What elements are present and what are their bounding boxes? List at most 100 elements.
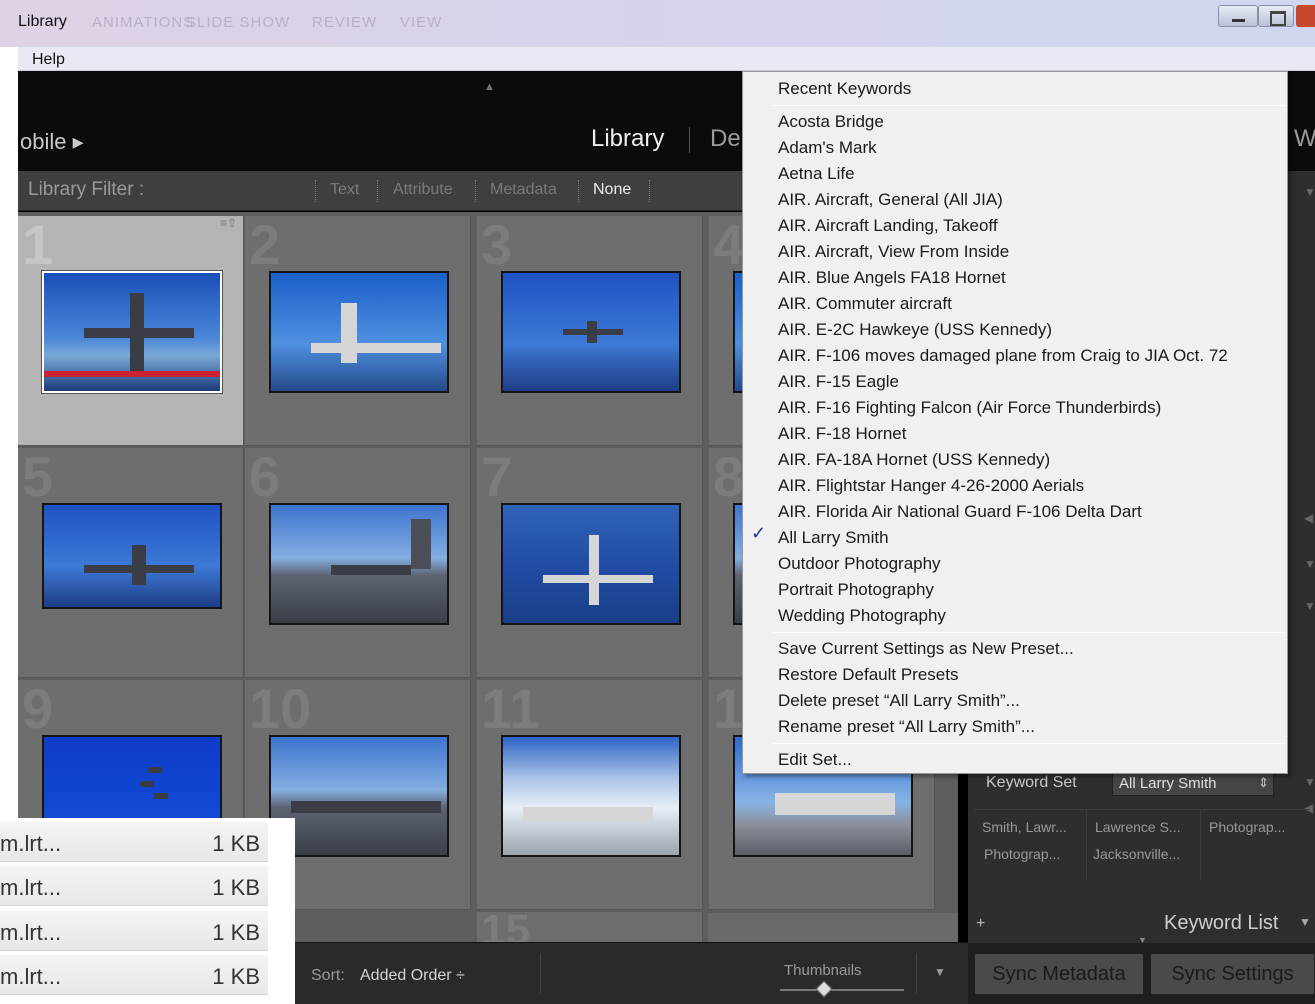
keyword-cell[interactable]: Smith, Lawr... — [982, 819, 1067, 835]
grid-cell[interactable]: 6 — [245, 445, 471, 678]
dropdown-item[interactable]: Acosta Bridge — [778, 112, 884, 132]
dropdown-item[interactable]: AIR. Aircraft Landing, Takeoff — [778, 216, 998, 236]
menu-help[interactable]: Help — [32, 51, 65, 69]
sort-label: Sort: — [311, 967, 345, 984]
file-name: m.lrt... — [0, 831, 62, 856]
photo-thumbnail[interactable] — [501, 503, 681, 625]
dropdown-item-rename-preset[interactable]: Rename preset “All Larry Smith”... — [778, 717, 1035, 737]
module-develop[interactable]: De — [710, 125, 741, 153]
dropdown-item[interactable]: AIR. E-2C Hawkeye (USS Kennedy) — [778, 320, 1052, 340]
file-row[interactable]: m.lrt... 1 KB — [0, 866, 268, 906]
minimize-button[interactable] — [1218, 5, 1258, 27]
toolbar-separator — [916, 953, 917, 993]
photo-thumbnail[interactable] — [42, 503, 222, 609]
dropdown-item-checked[interactable]: All Larry Smith — [778, 528, 889, 548]
collapse-top-arrow-icon[interactable]: ▲ — [484, 81, 495, 93]
module-separator — [689, 127, 690, 153]
photo-thumbnail[interactable] — [269, 271, 449, 393]
file-row[interactable]: m.lrt... 1 KB — [0, 822, 268, 862]
grid-cell[interactable]: 11 — [477, 677, 703, 910]
maximize-button[interactable] — [1258, 5, 1294, 27]
keyword-cell[interactable]: Jacksonville... — [1093, 846, 1180, 862]
keyword-list-arrow-icon[interactable]: ▼ — [1299, 915, 1311, 929]
ghost-tab: ANIMATIONS — [92, 14, 195, 31]
dropdown-item[interactable]: Adam's Mark — [778, 138, 877, 158]
module-partial[interactable]: W — [1294, 125, 1315, 153]
dropdown-item[interactable]: Aetna Life — [778, 164, 855, 184]
panel-arrow-icon[interactable]: ▼ — [1304, 599, 1315, 613]
photo-thumbnail[interactable] — [501, 735, 681, 857]
add-keyword-icon[interactable]: + — [976, 915, 985, 933]
grid-cell[interactable]: 1 ≡⇧ — [18, 213, 244, 446]
file-row[interactable]: m.lrt... 1 KB — [0, 955, 268, 995]
filter-metadata[interactable]: Metadata — [490, 181, 557, 199]
panel-arrow-icon[interactable]: ▼ — [1304, 185, 1315, 199]
sort-select[interactable]: Added Order ÷ — [360, 967, 465, 985]
photo-thumbnail[interactable] — [501, 271, 681, 393]
dropdown-item[interactable]: AIR. F-16 Fighting Falcon (Air Force Thu… — [778, 398, 1161, 418]
file-name: m.lrt... — [0, 964, 62, 989]
dropdown-separator — [773, 743, 1285, 744]
dropdown-item-restore-presets[interactable]: Restore Default Presets — [778, 665, 958, 685]
panel-arrow-icon[interactable]: ▼ — [1304, 557, 1315, 571]
photo-thumbnail[interactable] — [269, 503, 449, 625]
photo-thumbnail[interactable] — [41, 270, 223, 394]
dropdown-item[interactable]: AIR. F-106 moves damaged plane from Crai… — [778, 346, 1228, 366]
panel-arrow-icon[interactable]: ▼ — [1304, 775, 1315, 789]
panel-arrow-icon[interactable]: ◀ — [1304, 511, 1313, 525]
dropdown-item[interactable]: Portrait Photography — [778, 580, 934, 600]
dropdown-item[interactable]: AIR. F-18 Hornet — [778, 424, 907, 444]
dropdown-item[interactable]: AIR. Aircraft, View From Inside — [778, 242, 1009, 262]
dropdown-item[interactable]: AIR. F-15 Eagle — [778, 372, 899, 392]
window-title-bar: Library ANIMATIONS SLIDE SHOW REVIEW VIE… — [0, 0, 1315, 47]
mobile-label[interactable]: obile ▸ — [20, 129, 84, 155]
filter-separator — [377, 180, 378, 202]
module-library[interactable]: Library — [591, 125, 664, 153]
file-list-overlay: m.lrt... 1 KB m.lrt... 1 KB m.lrt... 1 K… — [0, 818, 295, 1004]
filter-attribute[interactable]: Attribute — [393, 181, 453, 199]
dropdown-item[interactable]: Wedding Photography — [778, 606, 946, 626]
file-size: 1 KB — [212, 964, 260, 989]
dropdown-item[interactable]: Outdoor Photography — [778, 554, 941, 574]
cell-number: 7 — [481, 445, 513, 508]
dropdown-item[interactable]: AIR. Commuter aircraft — [778, 294, 952, 314]
sync-metadata-button[interactable]: Sync Metadata — [974, 953, 1144, 995]
cell-number: 10 — [249, 677, 312, 740]
cell-number: 8 — [713, 445, 745, 508]
photo-thumbnail[interactable] — [269, 735, 449, 857]
thumbnails-label: Thumbnails — [784, 962, 862, 979]
dropdown-item[interactable]: AIR. Aircraft, General (All JIA) — [778, 190, 1003, 210]
grid-cell[interactable]: 3 — [477, 213, 703, 446]
keyword-cell[interactable]: Photograp... — [984, 846, 1060, 862]
file-row[interactable]: m.lrt... 1 KB — [0, 911, 268, 951]
grid-scroll-strip — [708, 913, 958, 942]
dropdown-item-edit-set[interactable]: Edit Set... — [778, 750, 852, 770]
toolbar-dropdown-icon[interactable]: ▼ — [934, 965, 946, 979]
grid-cell[interactable]: 7 — [477, 445, 703, 678]
grid-cell[interactable]: 2 — [245, 213, 471, 446]
cell-number: 3 — [481, 213, 513, 276]
filter-separator — [649, 180, 650, 202]
dropdown-item[interactable]: AIR. FA-18A Hornet (USS Kennedy) — [778, 450, 1050, 470]
filter-text[interactable]: Text — [330, 181, 359, 199]
grid-cell[interactable]: 5 — [18, 445, 244, 678]
close-button[interactable] — [1296, 5, 1315, 27]
keyword-set-select[interactable]: All Larry Smith ⇕ — [1112, 772, 1274, 796]
keyword-cell[interactable]: Photograp... — [1209, 819, 1285, 835]
thumbnail-slider-handle[interactable] — [815, 980, 833, 998]
dropdown-item[interactable]: AIR. Blue Angels FA18 Hornet — [778, 268, 1006, 288]
dropdown-item[interactable]: AIR. Flightstar Hanger 4-26-2000 Aerials — [778, 476, 1084, 496]
dropdown-item-recent-keywords[interactable]: Recent Keywords — [778, 79, 911, 99]
thumbnail-size-slider[interactable] — [780, 989, 904, 991]
menu-bar: Help — [18, 47, 1315, 71]
filter-none[interactable]: None — [593, 181, 631, 199]
file-name: m.lrt... — [0, 875, 62, 900]
sync-settings-button[interactable]: Sync Settings — [1150, 953, 1315, 995]
keyword-list-header[interactable]: Keyword List — [1164, 912, 1279, 935]
dropdown-item-delete-preset[interactable]: Delete preset “All Larry Smith”... — [778, 691, 1020, 711]
keyword-cell[interactable]: Lawrence S... — [1095, 819, 1181, 835]
grid-cell[interactable]: 15 — [477, 906, 703, 942]
dropdown-item-save-preset[interactable]: Save Current Settings as New Preset... — [778, 639, 1074, 659]
dropdown-item[interactable]: AIR. Florida Air National Guard F-106 De… — [778, 502, 1142, 522]
dropdown-separator — [773, 632, 1285, 633]
